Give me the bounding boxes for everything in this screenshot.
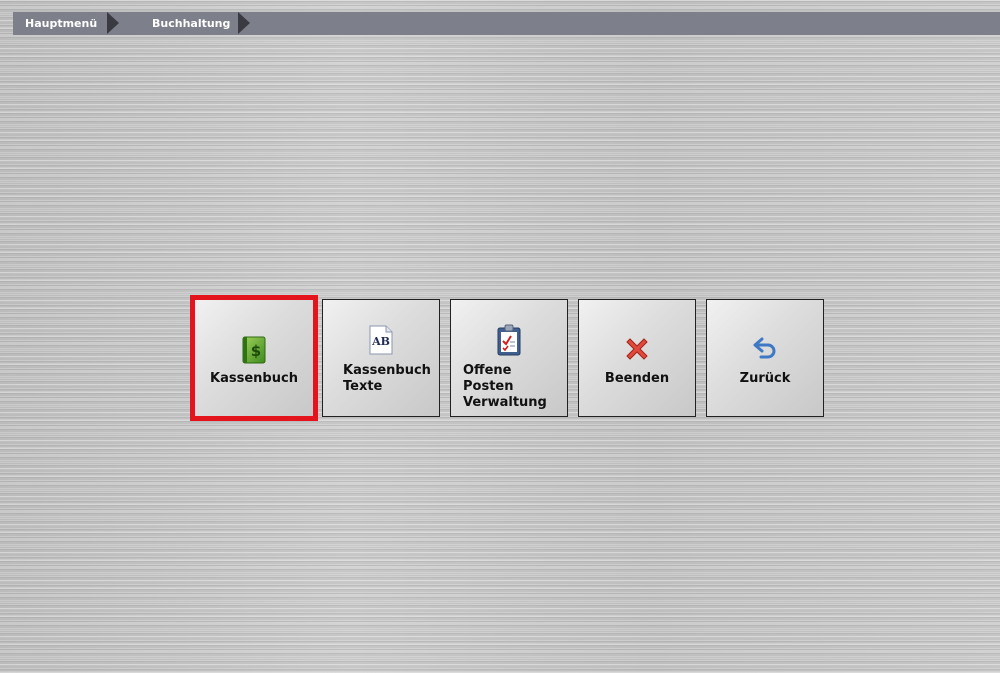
tile-label: Beenden xyxy=(604,371,670,386)
beenden-button[interactable]: Beenden xyxy=(578,299,696,417)
breadcrumb-separator-icon xyxy=(107,12,119,34)
tile-label: Zurück xyxy=(739,371,791,386)
tile-label: Offene Posten Verwaltung xyxy=(463,363,563,411)
text-document-icon: AB xyxy=(323,324,439,356)
offene-posten-verwaltung-button[interactable]: Offene Posten Verwaltung xyxy=(450,299,568,417)
breadcrumb-item-hauptmenu[interactable]: Hauptmenü xyxy=(25,12,97,35)
close-x-icon xyxy=(579,333,695,365)
clipboard-checklist-icon xyxy=(451,324,567,356)
tile-label-line2: Texte xyxy=(343,379,383,394)
breadcrumb-item-buchhaltung[interactable]: Buchhaltung xyxy=(152,12,230,35)
tile-label-line2: Verwaltung xyxy=(463,395,547,410)
svg-text:$: $ xyxy=(251,342,261,360)
tile-label: Kassenbuch Texte xyxy=(343,363,435,395)
kassenbuch-texte-button[interactable]: AB Kassenbuch Texte xyxy=(322,299,440,417)
tile-label: Kassenbuch xyxy=(210,371,298,386)
tile-label-line1: Kassenbuch xyxy=(343,363,431,378)
cashbook-icon: $ xyxy=(195,334,313,366)
breadcrumb: Hauptmenü Buchhaltung xyxy=(13,12,1000,35)
breadcrumb-separator-icon xyxy=(238,12,250,34)
svg-text:AB: AB xyxy=(371,335,390,348)
back-arrow-icon xyxy=(707,333,823,365)
zuruck-button[interactable]: Zurück xyxy=(706,299,824,417)
tile-label-line1: Offene Posten xyxy=(463,363,514,394)
kassenbuch-button[interactable]: $ Kassenbuch xyxy=(190,295,318,421)
